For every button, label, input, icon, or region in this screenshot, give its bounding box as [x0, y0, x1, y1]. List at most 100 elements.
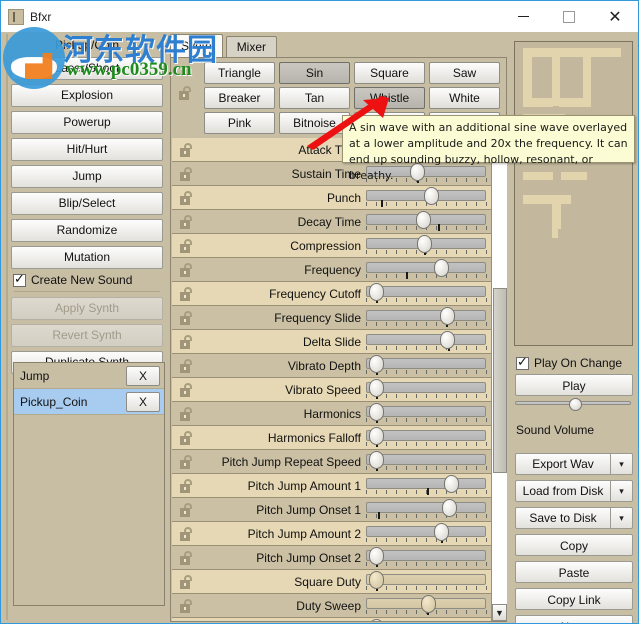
parameter-lock-toggle[interactable] [172, 286, 202, 301]
chevron-down-icon[interactable]: ▾ [611, 480, 633, 502]
wave-button-breaker[interactable]: Breaker [204, 87, 275, 109]
parameter-slider[interactable] [366, 258, 491, 282]
parameter-scrollbar[interactable]: ▼ [491, 138, 507, 621]
close-button[interactable]: ✕ [592, 1, 638, 32]
slider-track[interactable] [366, 333, 486, 345]
wave-button-tan[interactable]: Tan [279, 87, 350, 109]
wave-button-white[interactable]: White [429, 87, 500, 109]
slider-track[interactable] [366, 525, 486, 537]
generator-button-powerup[interactable]: Powerup [11, 111, 163, 134]
scroll-down-arrow-icon[interactable]: ▼ [492, 604, 507, 621]
slider-track[interactable] [366, 429, 486, 441]
scrollbar-thumb[interactable] [493, 288, 507, 473]
parameter-slider[interactable] [366, 402, 491, 426]
slider-track[interactable] [366, 357, 486, 369]
wave-button-square[interactable]: Square [354, 62, 425, 84]
slider-thumb[interactable] [442, 498, 457, 517]
revert-synth-button[interactable]: Revert Synth [11, 324, 163, 347]
copy-link-button[interactable]: Copy Link [515, 588, 633, 610]
parameter-lock-toggle[interactable] [172, 334, 202, 349]
wave-button-sin[interactable]: Sin [279, 62, 350, 84]
slider-track[interactable] [366, 477, 486, 489]
parameter-lock-toggle[interactable] [172, 382, 202, 397]
slider-thumb[interactable] [444, 474, 459, 493]
slider-thumb[interactable] [421, 594, 436, 613]
slider-track[interactable] [366, 261, 486, 273]
slider-track[interactable] [366, 309, 486, 321]
parameter-lock-toggle[interactable] [172, 502, 202, 517]
wave-button-pink[interactable]: Pink [204, 112, 275, 134]
slider-track[interactable] [366, 381, 486, 393]
slider-thumb[interactable] [440, 306, 455, 325]
parameter-lock-toggle[interactable] [172, 406, 202, 421]
create-new-sound-checkbox[interactable] [13, 272, 26, 287]
delete-sound-button[interactable]: X [126, 365, 160, 386]
save-to-disk-label[interactable]: Save to Disk [515, 507, 611, 529]
paste-button[interactable]: Paste [515, 561, 633, 583]
generator-button-mutation[interactable]: Mutation [11, 246, 163, 269]
parameter-lock-toggle[interactable] [172, 454, 202, 469]
export-wav-label[interactable]: Export Wav [515, 453, 611, 475]
parameter-slider[interactable] [366, 426, 491, 450]
delete-sound-button[interactable]: X [126, 391, 160, 412]
copy-button[interactable]: Copy [515, 534, 633, 556]
chevron-down-icon[interactable]: ▾ [611, 507, 633, 529]
wave-button-bitnoise[interactable]: Bitnoise [279, 112, 350, 134]
slider-thumb[interactable] [417, 234, 432, 253]
load-from-disk-label[interactable]: Load from Disk [515, 480, 611, 502]
parameter-slider[interactable] [366, 546, 491, 570]
parameter-lock-toggle[interactable] [172, 310, 202, 325]
parameter-lock-toggle[interactable] [172, 142, 202, 157]
slider-thumb[interactable] [424, 186, 439, 205]
wave-button-saw[interactable]: Saw [429, 62, 500, 84]
generator-button-randomize[interactable]: Randomize [11, 219, 163, 242]
generator-button-explosion[interactable]: Explosion [11, 84, 163, 107]
slider-thumb[interactable] [416, 210, 431, 229]
parameter-slider[interactable] [366, 234, 491, 258]
volume-track[interactable] [515, 398, 631, 411]
parameter-slider[interactable] [366, 498, 491, 522]
parameter-slider[interactable] [366, 186, 491, 210]
slider-thumb[interactable] [369, 402, 384, 421]
parameter-lock-toggle[interactable] [172, 550, 202, 565]
wave-button-triangle[interactable]: Triangle [204, 62, 275, 84]
slider-thumb[interactable] [369, 546, 384, 565]
parameter-lock-toggle[interactable] [172, 526, 202, 541]
chevron-down-icon[interactable]: ▾ [611, 453, 633, 475]
parameter-slider[interactable] [366, 330, 491, 354]
slider-track[interactable] [366, 285, 486, 297]
apply-synth-button[interactable]: Apply Synth [11, 297, 163, 320]
parameter-slider[interactable] [366, 450, 491, 474]
parameter-slider[interactable] [366, 570, 491, 594]
parameter-slider[interactable] [366, 354, 491, 378]
slider-thumb[interactable] [369, 426, 384, 445]
parameter-lock-toggle[interactable] [172, 478, 202, 493]
tab-mixer[interactable]: Mixer [225, 36, 278, 58]
parameter-lock-toggle[interactable] [172, 358, 202, 373]
parameter-lock-toggle[interactable] [172, 262, 202, 277]
export-wav-button[interactable]: Export Wav ▾ [515, 453, 633, 475]
parameter-slider[interactable] [366, 594, 491, 618]
about-button[interactable]: About [515, 615, 633, 623]
parameter-lock-toggle[interactable] [172, 238, 202, 253]
parameter-lock-toggle[interactable] [172, 598, 202, 613]
generator-button-jump[interactable]: Jump [11, 165, 163, 188]
slider-thumb[interactable] [440, 330, 455, 349]
slider-thumb[interactable] [434, 522, 449, 541]
parameter-lock-toggle[interactable] [172, 190, 202, 205]
slider-thumb[interactable] [369, 282, 384, 301]
slider-thumb[interactable] [369, 570, 384, 589]
slider-thumb[interactable] [369, 450, 384, 469]
parameter-slider[interactable] [366, 378, 491, 402]
parameter-slider[interactable] [366, 282, 491, 306]
slider-thumb[interactable] [369, 354, 384, 373]
parameter-lock-toggle[interactable] [172, 430, 202, 445]
slider-thumb[interactable] [369, 378, 384, 397]
parameter-slider[interactable] [366, 474, 491, 498]
volume-thumb[interactable] [569, 398, 582, 411]
parameter-lock-toggle[interactable] [172, 166, 202, 181]
slider-thumb[interactable] [434, 258, 449, 277]
save-to-disk-button[interactable]: Save to Disk ▾ [515, 507, 633, 529]
slider-track[interactable] [366, 573, 486, 585]
parameter-slider[interactable] [366, 618, 491, 621]
